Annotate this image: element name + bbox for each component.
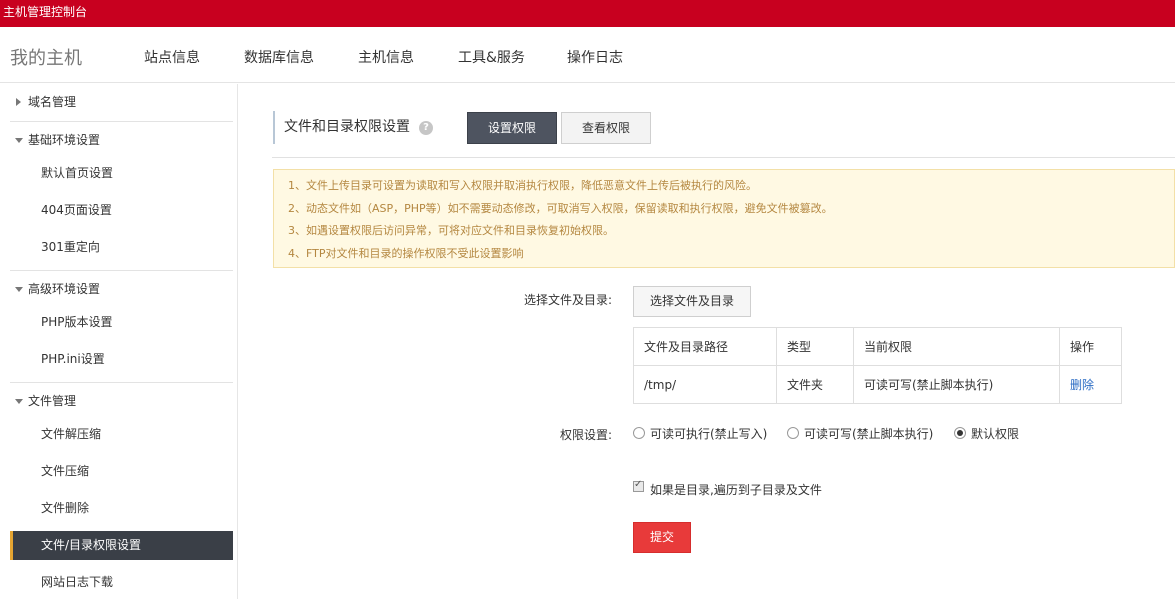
sidebar-item-php-ini[interactable]: PHP.ini设置 <box>10 345 233 374</box>
radio-read-write[interactable] <box>787 427 799 439</box>
sidebar-item-default-homepage[interactable]: 默认首页设置 <box>10 159 233 188</box>
cell-permission: 可读可写(禁止脚本执行) <box>853 365 1060 404</box>
page-title: 文件和目录权限设置 <box>273 111 410 144</box>
sidebar-item-zip[interactable]: 文件压缩 <box>10 457 233 486</box>
select-files-label: 选择文件及目录: <box>523 293 612 307</box>
chevron-down-icon <box>15 287 23 292</box>
sidebar-group-domain[interactable]: 域名管理 <box>10 92 76 112</box>
help-icon[interactable]: ? <box>419 121 433 135</box>
nav-host-info[interactable]: 主机信息 <box>358 47 414 67</box>
sidebar-divider <box>10 121 233 122</box>
radio-default-label[interactable]: 默认权限 <box>971 425 1019 442</box>
sidebar-item-php-version[interactable]: PHP版本设置 <box>10 308 233 337</box>
sidebar-item-301-redirect[interactable]: 301重定向 <box>10 233 233 262</box>
sidebar-group-file-management[interactable]: 文件管理 <box>10 391 76 411</box>
notice-line: 4、FTP对文件和目录的操作权限不受此设置影响 <box>288 246 524 260</box>
console-title: 主机管理控制台 <box>3 5 88 19</box>
sidebar-group-label: 域名管理 <box>28 95 77 109</box>
nav-database-info[interactable]: 数据库信息 <box>244 47 314 67</box>
sidebar-group-label: 基础环境设置 <box>28 133 101 147</box>
nav-tools-services[interactable]: 工具&服务 <box>458 47 525 67</box>
sidebar-item-file-delete[interactable]: 文件删除 <box>10 494 233 523</box>
radio-read-execute[interactable] <box>633 427 645 439</box>
sidebar-item-log-download[interactable]: 网站日志下载 <box>10 568 233 597</box>
select-files-button[interactable]: 选择文件及目录 <box>633 286 751 317</box>
sidebar-group-basic-env[interactable]: 基础环境设置 <box>10 130 100 150</box>
notice-line: 1、文件上传目录可设置为读取和写入权限并取消执行权限，降低恶意文件上传后被执行的… <box>288 179 757 192</box>
sidebar-item-404-page[interactable]: 404页面设置 <box>10 196 233 225</box>
permission-setting-label: 权限设置: <box>559 428 612 442</box>
sidebar: 域名管理 基础环境设置 默认首页设置 404页面设置 301重定向 高级环境设置… <box>0 84 238 599</box>
sidebar-group-label: 高级环境设置 <box>28 282 101 296</box>
radio-read-write-label[interactable]: 可读可写(禁止脚本执行) <box>804 425 933 442</box>
sidebar-item-permissions[interactable]: 文件/目录权限设置 <box>10 531 233 560</box>
chevron-down-icon <box>15 399 23 404</box>
delete-link[interactable]: 删除 <box>1070 378 1094 392</box>
sidebar-item-unzip[interactable]: 文件解压缩 <box>10 420 233 449</box>
submit-button[interactable]: 提交 <box>633 522 691 553</box>
brand-title[interactable]: 我的主机 <box>10 44 82 70</box>
main-nav: 我的主机 站点信息 数据库信息 主机信息 工具&服务 操作日志 <box>0 27 1175 83</box>
chevron-right-icon <box>16 98 21 106</box>
notice-line: 3、如遇设置权限后访问异常，可将对应文件和目录恢复初始权限。 <box>288 224 614 237</box>
notice-line: 2、动态文件如（ASP，PHP等）如不需要动态修改，可取消写入权限，保留读取和执… <box>288 201 833 215</box>
sidebar-divider <box>10 382 233 383</box>
recursive-checkbox[interactable] <box>633 479 644 492</box>
nav-operation-log[interactable]: 操作日志 <box>567 47 623 67</box>
sidebar-divider <box>10 270 233 271</box>
file-table: 文件及目录路径 类型 当前权限 操作 /tmp/ 文件夹 可读可写(禁止脚本执行… <box>633 327 1122 404</box>
table-header-row: 文件及目录路径 类型 当前权限 操作 <box>633 327 1122 366</box>
cell-type: 文件夹 <box>776 365 854 404</box>
chevron-down-icon <box>15 138 23 143</box>
radio-read-execute-label[interactable]: 可读可执行(禁止写入) <box>650 425 767 442</box>
cell-path: /tmp/ <box>633 365 777 404</box>
recursive-label[interactable]: 如果是目录,遍历到子目录及文件 <box>650 481 822 498</box>
col-current-permission: 当前权限 <box>853 327 1060 366</box>
col-path: 文件及目录路径 <box>633 327 777 366</box>
radio-default[interactable] <box>954 427 966 439</box>
notice-box: 1、文件上传目录可设置为读取和写入权限并取消执行权限，降低恶意文件上传后被执行的… <box>273 169 1175 268</box>
sidebar-group-label: 文件管理 <box>28 394 77 408</box>
sidebar-group-advanced-env[interactable]: 高级环境设置 <box>10 279 100 299</box>
top-bar: 主机管理控制台 <box>0 0 1175 27</box>
col-type: 类型 <box>776 327 854 366</box>
section-divider <box>272 157 1175 158</box>
nav-site-info[interactable]: 站点信息 <box>144 47 200 67</box>
tab-set-permissions[interactable]: 设置权限 <box>467 112 557 144</box>
tab-view-permissions[interactable]: 查看权限 <box>561 112 651 144</box>
col-action: 操作 <box>1059 327 1122 366</box>
table-row: /tmp/ 文件夹 可读可写(禁止脚本执行) 删除 <box>633 365 1122 404</box>
